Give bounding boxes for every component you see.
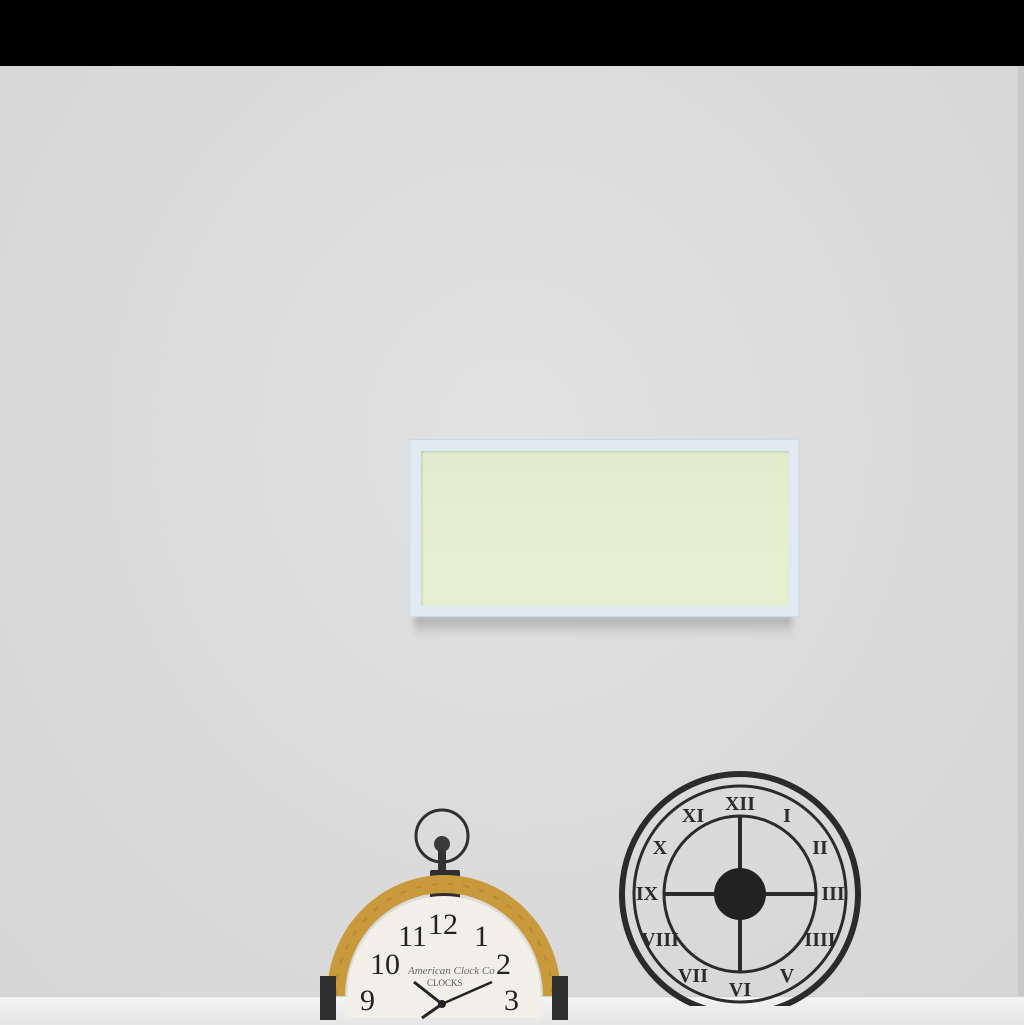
numeral-10: 10 [370, 948, 400, 981]
picture-frame-shadow [414, 616, 792, 636]
roman-vii: VII [678, 965, 708, 987]
roman-iii: III [821, 883, 845, 905]
roman-vi: VI [729, 979, 751, 1001]
roman-ix: IX [636, 883, 659, 905]
pocket-watch-clock: 12 1 2 3 9 10 11 American Clock Co CLOCK… [316, 806, 572, 1024]
roman-x: X [653, 837, 668, 859]
picture-frame-blank-mat [421, 451, 789, 606]
numeral-3: 3 [504, 984, 519, 1017]
numeral-11: 11 [398, 920, 427, 953]
numeral-12: 12 [428, 908, 458, 941]
roman-viii: VIII [641, 929, 679, 951]
numeral-2: 2 [496, 948, 511, 981]
picture-frame [409, 439, 799, 617]
numeral-1: 1 [474, 920, 489, 953]
roman-v: V [780, 965, 795, 987]
numeral-9: 9 [360, 984, 375, 1017]
brand-script: American Clock Co [407, 965, 495, 977]
skeleton-roman-clock: XII I II III IIII V VI VII VIII IX X XI [615, 770, 865, 1006]
brand-label: CLOCKS [427, 978, 463, 988]
wall-edge [1018, 66, 1024, 1024]
roman-xii: XII [725, 793, 755, 815]
roman-xi: XI [682, 805, 704, 827]
roman-ii: II [812, 837, 828, 859]
roman-iiii: IIII [804, 929, 835, 951]
roman-i: I [783, 805, 791, 827]
top-black-bar [0, 0, 1024, 66]
